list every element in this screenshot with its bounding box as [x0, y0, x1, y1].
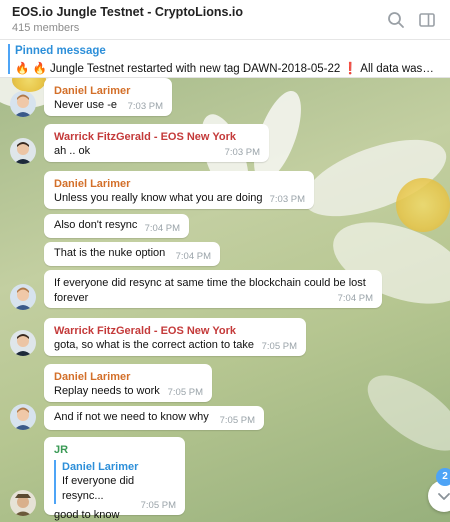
- sidebar-toggle-icon[interactable]: [417, 10, 437, 30]
- reply-quote[interactable]: Daniel Larimer If everyone did resync...: [54, 460, 176, 504]
- sender-name[interactable]: Daniel Larimer: [54, 84, 163, 98]
- pinned-message[interactable]: Pinned message 🔥 🔥 Jungle Testnet restar…: [0, 40, 450, 78]
- avatar-daniel[interactable]: [10, 284, 36, 310]
- message-text: gota, so what is the correct action to t…: [54, 339, 254, 351]
- member-count: 415 members: [12, 22, 80, 34]
- message-bubble: Daniel Larimer Never use -e 7:03 PM: [44, 78, 172, 116]
- message-time: 7:04 PM: [337, 293, 373, 304]
- message-bubble: And if not we need to know why 7:05 PM: [44, 406, 264, 430]
- message-time: 7:03 PM: [127, 101, 163, 112]
- message-bubble: JR Daniel Larimer If everyone did resync…: [44, 437, 185, 521]
- sender-name[interactable]: Warrick FitzGerald - EOS New York: [54, 130, 260, 144]
- message-time: 7:03 PM: [269, 194, 305, 205]
- message-time: 7:05 PM: [219, 415, 255, 426]
- message-text: If everyone did resync at same time the …: [54, 277, 366, 304]
- message-bubble: Warrick FitzGerald - EOS New York ah .. …: [44, 124, 269, 162]
- message-bubble: Also don't resync 7:04 PM: [44, 214, 189, 238]
- message-time: 7:05 PM: [167, 387, 203, 398]
- avatar-warrick[interactable]: [10, 330, 36, 356]
- pinned-text: 🔥 🔥 Jungle Testnet restarted with new ta…: [15, 63, 435, 75]
- chat-header: EOS.io Jungle Testnet - CryptoLions.io 4…: [0, 0, 450, 40]
- chevron-down-icon: [438, 493, 450, 500]
- message-text: Unless you really know what you are doin…: [54, 192, 263, 204]
- message-time: 7:05 PM: [140, 500, 176, 511]
- message-time: 7:05 PM: [261, 341, 297, 352]
- chat-area[interactable]: Daniel Larimer Never use -e 7:03 PM Warr…: [0, 78, 450, 522]
- avatar-warrick[interactable]: [10, 138, 36, 164]
- avatar-daniel[interactable]: [10, 404, 36, 430]
- message-time: 7:03 PM: [224, 147, 260, 158]
- message-bubble: If everyone did resync at same time the …: [44, 270, 382, 308]
- pinned-accent-bar: [8, 44, 10, 74]
- message-bubble: Daniel Larimer Unless you really know wh…: [44, 171, 314, 209]
- message-bubble: Warrick FitzGerald - EOS New York gota, …: [44, 318, 306, 356]
- flower-center: [396, 178, 450, 232]
- search-icon[interactable]: [386, 10, 406, 30]
- unread-badge: 2: [436, 468, 450, 486]
- reply-sender: Daniel Larimer: [62, 461, 139, 473]
- message-bubble: That is the nuke option 7:04 PM: [44, 242, 220, 266]
- chat-title[interactable]: EOS.io Jungle Testnet - CryptoLions.io: [12, 5, 243, 19]
- message-time: 7:04 PM: [144, 223, 180, 234]
- avatar-daniel[interactable]: [10, 91, 36, 117]
- sender-name[interactable]: Daniel Larimer: [54, 370, 203, 384]
- sender-name[interactable]: Daniel Larimer: [54, 177, 305, 191]
- flower-petal: [355, 360, 450, 466]
- message-time: 7:04 PM: [175, 251, 211, 262]
- avatar-jr[interactable]: [10, 490, 36, 516]
- pinned-label: Pinned message: [15, 45, 106, 57]
- sender-name[interactable]: JR: [54, 443, 176, 457]
- sender-name[interactable]: Warrick FitzGerald - EOS New York: [54, 324, 297, 338]
- message-bubble: Daniel Larimer Replay needs to work 7:05…: [44, 364, 212, 402]
